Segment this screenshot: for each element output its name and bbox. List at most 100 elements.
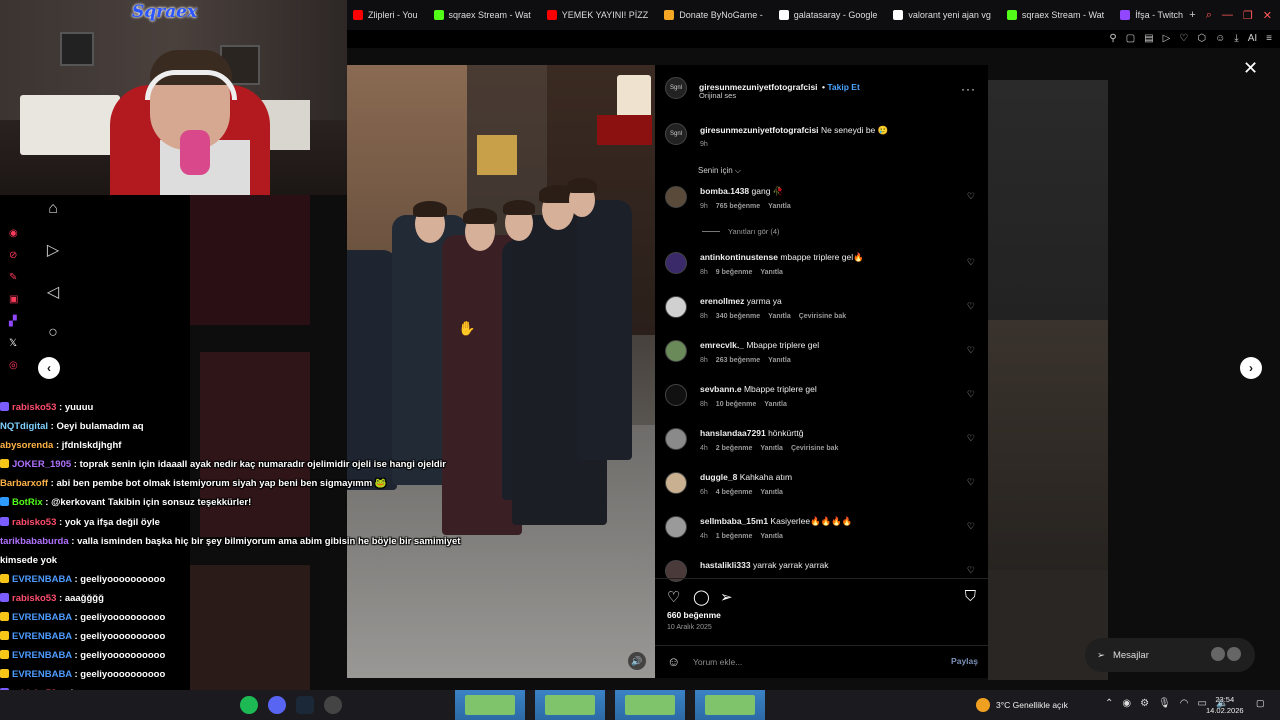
heart-icon[interactable]: ♡ — [1179, 33, 1188, 44]
spotify-icon[interactable] — [240, 696, 258, 714]
reply-button[interactable]: Yanıtla — [768, 203, 791, 210]
clock[interactable]: 23:54 14.02.2026 — [1206, 694, 1244, 716]
commenter-name[interactable]: antinkontinustense — [700, 252, 778, 262]
steam-tray-icon[interactable]: ⚙ — [1140, 698, 1149, 709]
more-options-icon[interactable]: ··· — [961, 82, 976, 96]
chat-username[interactable]: tarikbababurda — [0, 536, 69, 547]
browser-tab[interactable]: İfşa - Twitch — [1112, 0, 1191, 30]
comment-likes[interactable]: 10 beğenme — [716, 401, 756, 408]
screenshot-icon[interactable]: ▢ — [1126, 33, 1135, 44]
browser-tab[interactable]: galatasaray - Google — [771, 0, 886, 30]
chat-username[interactable]: EVRENBABA — [12, 612, 72, 623]
comment-likes[interactable]: 9 beğenme — [716, 269, 753, 276]
messages-button[interactable]: ➢ Mesajlar — [1085, 638, 1255, 672]
caption-user[interactable]: giresunmezuniyetfotografcisi — [700, 125, 819, 135]
window-preview[interactable] — [615, 690, 685, 720]
close-icon[interactable]: ✕ — [1243, 58, 1258, 79]
obs-tray-icon[interactable]: ◉ — [1122, 698, 1131, 709]
window-preview[interactable] — [695, 690, 765, 720]
play-icon[interactable]: ▷ — [1163, 33, 1171, 44]
home-icon[interactable]: ⌂ — [48, 200, 58, 218]
reply-button[interactable]: Yanıtla — [768, 313, 791, 320]
previous-post-button[interactable]: ‹ — [38, 357, 60, 379]
reply-button[interactable]: Yanıtla — [764, 401, 787, 408]
translate-button[interactable]: Çevirisine bak — [791, 445, 838, 452]
comment-likes[interactable]: 1 beğenme — [716, 533, 753, 540]
window-preview[interactable] — [455, 690, 525, 720]
sort-dropdown[interactable]: Senin için ⌵ — [698, 166, 741, 176]
post-comment-button[interactable]: Paylaş — [951, 656, 978, 666]
commenter-name[interactable]: bomba.1438 — [700, 186, 749, 196]
commenter-avatar[interactable] — [665, 428, 687, 450]
new-tab-button[interactable]: + — [1189, 9, 1195, 21]
commenter-avatar[interactable] — [665, 252, 687, 274]
search-icon[interactable]: ⌕ — [1206, 9, 1212, 22]
notification-icon[interactable]: ▢ — [1256, 698, 1265, 709]
browser-tab[interactable]: YEMEK YAYINI! PİZZ — [539, 0, 657, 30]
commenter-name[interactable]: hanslandaa7291 — [700, 428, 766, 438]
profile-icon[interactable]: ☺ — [1215, 33, 1225, 44]
comment-like-icon[interactable]: ♡ — [967, 521, 975, 532]
commenter-name[interactable]: hastalikli333 — [700, 560, 751, 570]
volume-button[interactable]: 🔊 — [628, 652, 646, 670]
comment-likes[interactable]: 2 beğenme — [716, 445, 753, 452]
chat-username[interactable]: EVRENBABA — [12, 650, 72, 661]
steam-icon[interactable] — [296, 696, 314, 714]
commenter-name[interactable]: sevbann.e — [700, 384, 742, 394]
commenter-name[interactable]: sellmbaba_15m1 — [700, 516, 768, 526]
sidebar-icon[interactable]: ▤ — [1144, 33, 1153, 44]
comment-likes[interactable]: 765 beğenme — [716, 203, 760, 210]
emoji-icon[interactable]: ☺ — [667, 654, 680, 669]
comment-likes[interactable]: 263 beğenme — [716, 357, 760, 364]
chat-username[interactable]: EVRENBABA — [12, 669, 72, 680]
minimize-icon[interactable]: — — [1222, 9, 1233, 21]
commenter-avatar[interactable] — [665, 186, 687, 208]
reply-button[interactable]: Yanıtla — [760, 269, 783, 276]
wifi-icon[interactable]: ◠ — [1180, 698, 1189, 709]
author-avatar[interactable]: Sgnl — [665, 77, 687, 99]
comment-input[interactable] — [693, 655, 923, 669]
like-icon[interactable]: ♡ — [667, 588, 680, 606]
browser-tab[interactable]: valorant yeni ajan vg — [885, 0, 999, 30]
reels-icon[interactable]: ▷ — [47, 240, 59, 260]
reply-button[interactable]: Yanıtla — [760, 489, 783, 496]
direct-icon[interactable]: ◁ — [47, 282, 59, 302]
window-preview[interactable] — [535, 690, 605, 720]
mic-icon[interactable]: 🎙 — [1158, 698, 1171, 709]
discord-icon[interactable] — [268, 696, 286, 714]
close-window-icon[interactable]: ✕ — [1263, 9, 1272, 22]
comment-like-icon[interactable]: ♡ — [967, 565, 975, 576]
chat-username[interactable]: JOKER_1905 — [12, 459, 71, 470]
comment-like-icon[interactable]: ♡ — [967, 257, 975, 268]
search-icon[interactable]: ○ — [48, 324, 58, 342]
extensions-icon[interactable]: ⬡ — [1197, 33, 1206, 44]
pin-icon[interactable]: ⚲ — [1109, 33, 1116, 44]
commenter-name[interactable]: erenollmez — [700, 296, 744, 306]
follow-button[interactable]: Takip Et — [827, 82, 859, 92]
view-replies-button[interactable]: Yanıtları gör (4) — [702, 227, 780, 236]
caption-avatar[interactable]: Sgnl — [665, 123, 687, 145]
browser-tab[interactable]: Donate ByNoGame - — [656, 0, 771, 30]
browser-tab[interactable]: sqraex Stream - Wat — [426, 0, 539, 30]
chat-username[interactable]: NQTdigital — [0, 421, 48, 432]
reply-button[interactable]: Yanıtla — [760, 445, 783, 452]
chat-username[interactable]: BotRix — [12, 497, 43, 508]
chevron-up-icon[interactable]: ⌃ — [1105, 698, 1113, 709]
comment-icon[interactable]: ◯ — [693, 588, 710, 606]
share-icon[interactable]: ➢ — [720, 588, 733, 606]
chat-username[interactable]: rabisko53 — [12, 593, 56, 604]
chat-username[interactable]: EVRENBABA — [12, 574, 72, 585]
restore-icon[interactable]: ❐ — [1243, 9, 1253, 22]
commenter-avatar[interactable] — [665, 340, 687, 362]
ai-icon[interactable]: AI — [1248, 33, 1257, 44]
commenter-avatar[interactable] — [665, 296, 687, 318]
reply-button[interactable]: Yanıtla — [768, 357, 791, 364]
download-icon[interactable]: ⤓ — [1234, 33, 1238, 44]
comment-like-icon[interactable]: ♡ — [967, 301, 975, 312]
comment-like-icon[interactable]: ♡ — [967, 389, 975, 400]
comment-like-icon[interactable]: ♡ — [967, 433, 975, 444]
like-count[interactable]: 660 beğenme — [667, 610, 721, 620]
commenter-name[interactable]: emrecvlk._ — [700, 340, 744, 350]
weather-widget[interactable]: 3°C Genellikle açık — [976, 698, 1068, 712]
comment-likes[interactable]: 4 beğenme — [716, 489, 753, 496]
